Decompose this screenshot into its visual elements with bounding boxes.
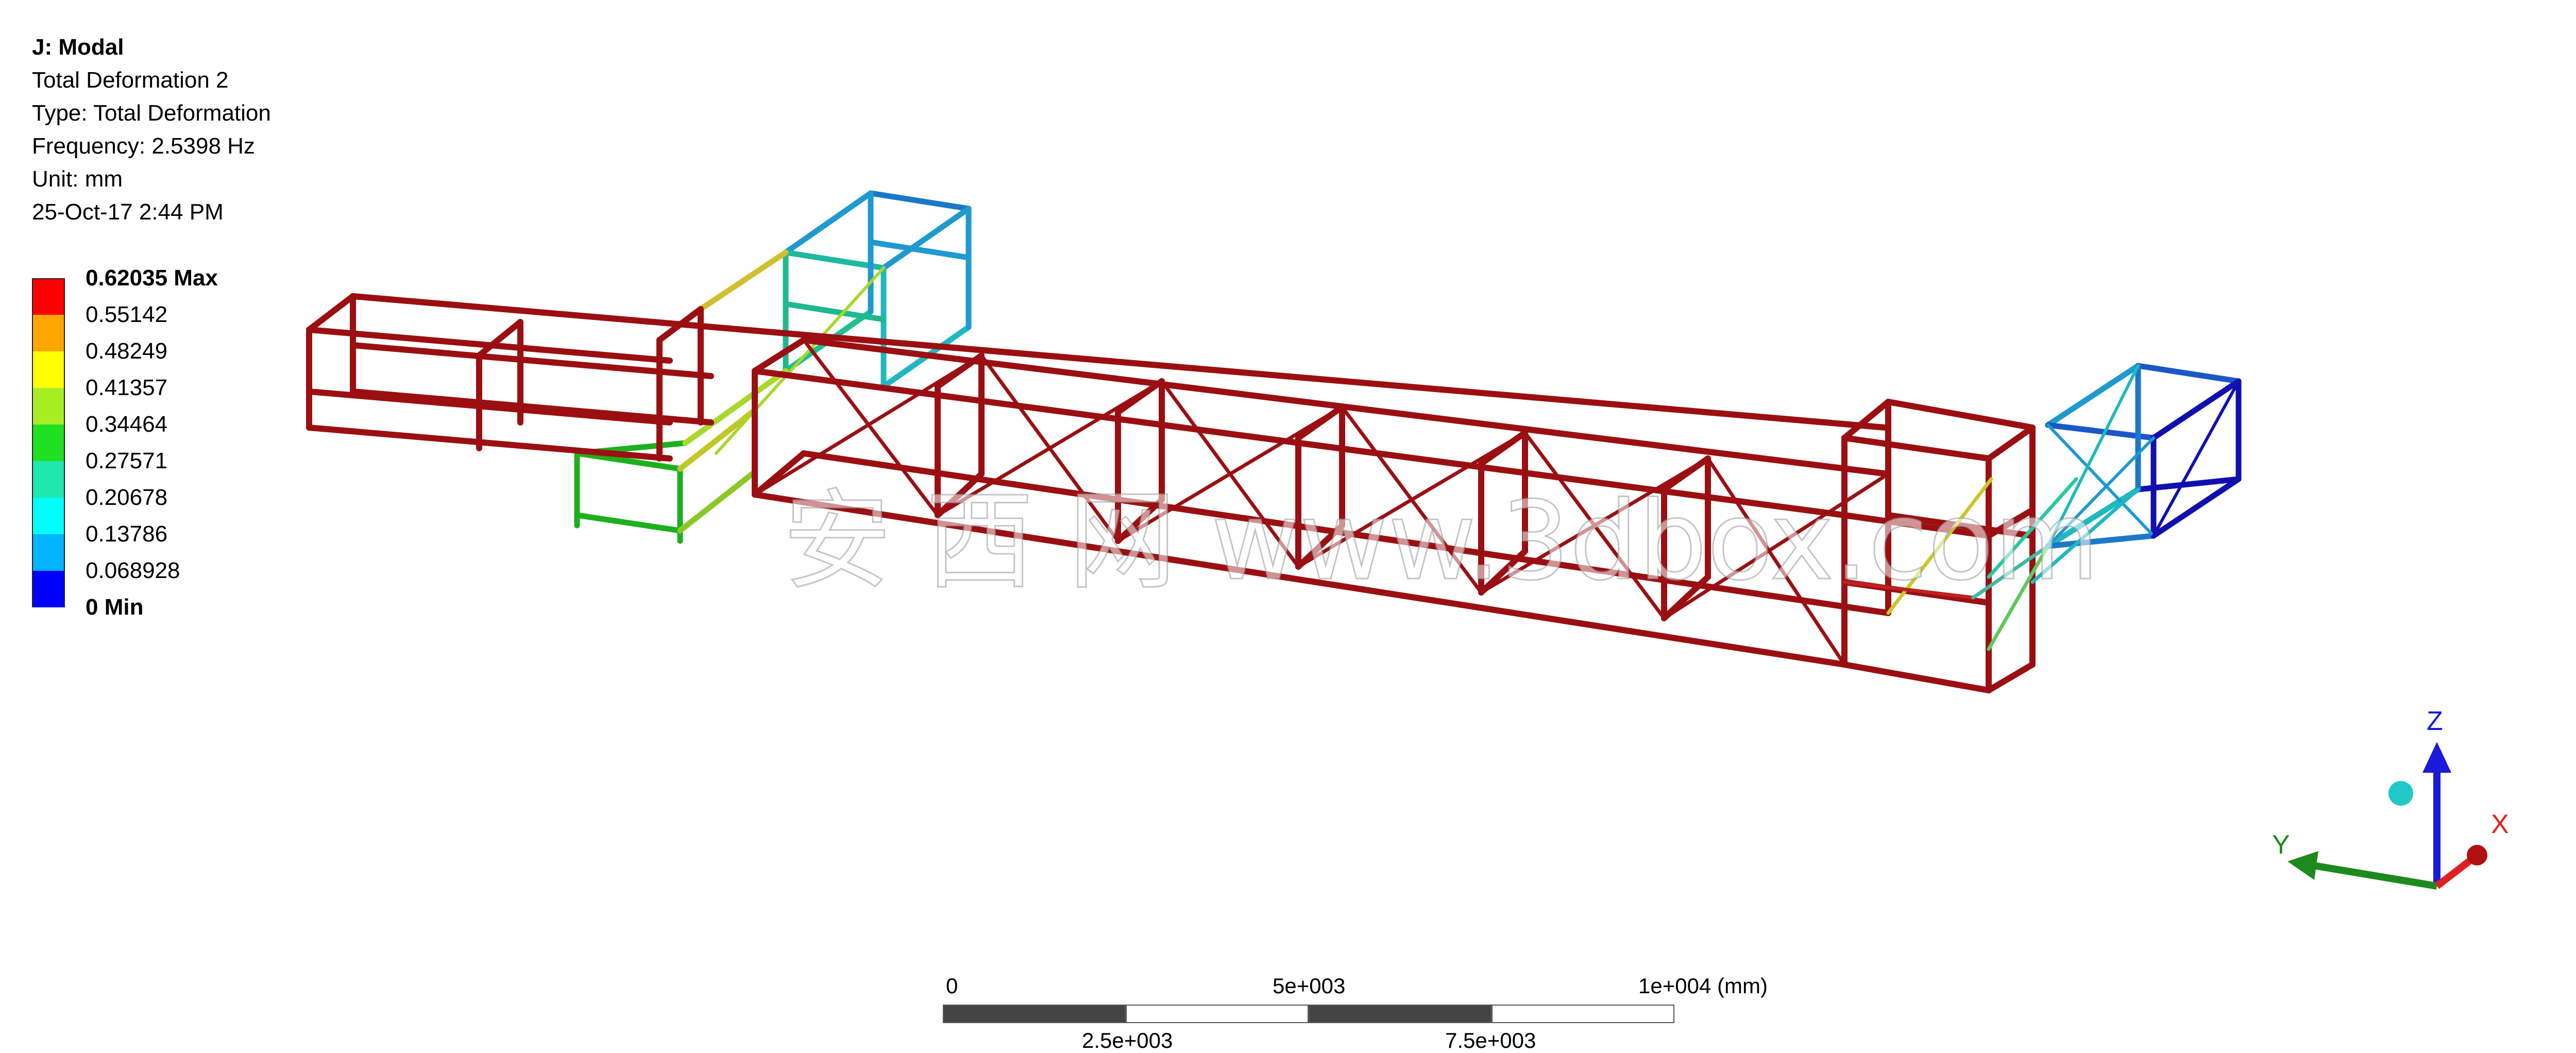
scale-bar: 0 5e+003 1e+004 (mm) 2.5e+003 7.5e+003 (943, 963, 1768, 1052)
y-axis-icon (2312, 862, 2438, 890)
y-arrow-icon (2287, 851, 2318, 880)
beam (306, 424, 673, 462)
scale-segment (1309, 1005, 1492, 1023)
watermark: 安 西 网 www.3dbox.com (783, 478, 2100, 605)
z-arrow-icon (2422, 742, 2451, 773)
scale-label-5000: 5e+003 (1273, 974, 1346, 998)
coordinate-triad[interactable]: Z X Y (2257, 690, 2535, 907)
scale-label-0: 0 (946, 974, 958, 998)
beam (476, 319, 523, 359)
beam (1841, 399, 1891, 441)
triad-graphic (2287, 742, 2487, 890)
scale-segment (1492, 1005, 1674, 1023)
x-arrow-icon (2467, 845, 2487, 865)
scale-segment (943, 1005, 1126, 1023)
beam (1885, 399, 2036, 431)
scale-label-10000: 1e+004 (mm) (1638, 974, 1768, 998)
scale-segment (1126, 1005, 1309, 1023)
z-axis-label: Z (2427, 706, 2443, 736)
beam (306, 293, 356, 333)
beam (1986, 661, 2036, 693)
beam (306, 388, 673, 426)
beam (1841, 661, 1992, 693)
y-axis-label: Y (2272, 830, 2290, 860)
x-axis-icon (2434, 857, 2473, 889)
x-axis-label: X (2491, 809, 2509, 839)
iso-view-ball-icon (2388, 781, 2413, 806)
scale-label-2500: 2.5e+003 (1082, 1028, 1173, 1052)
scale-label-7500: 7.5e+003 (1445, 1028, 1536, 1052)
